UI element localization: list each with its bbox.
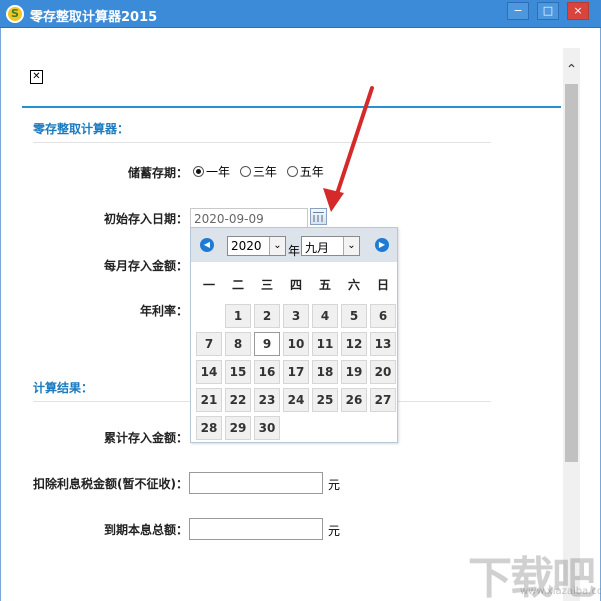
term-radio-group: 一年 三年 五年 — [193, 163, 330, 179]
radio-unchecked-icon[interactable] — [239, 166, 251, 177]
maximize-button[interactable]: □ — [537, 2, 559, 20]
calendar-day[interactable]: 22 — [225, 388, 251, 412]
interest-tax-label: 扣除利息税金额(暂不征收)： — [33, 477, 188, 491]
calendar-day[interactable]: 2 — [254, 304, 280, 328]
calendar-day[interactable]: 21 — [196, 388, 222, 412]
term-option-label: 三年 — [252, 165, 277, 179]
scrollbar-thumb[interactable] — [565, 84, 578, 462]
total-principal-interest-field[interactable] — [189, 518, 323, 540]
term-option-label: 一年 — [206, 165, 231, 179]
calendar-day[interactable]: 12 — [341, 332, 367, 356]
weekday-label: 一 — [202, 278, 215, 292]
watermark-url: www.xiazaiba.com — [520, 586, 601, 597]
chevron-down-icon[interactable]: ⌄ — [343, 237, 359, 255]
radio-checked-icon[interactable] — [193, 166, 204, 177]
year-select[interactable]: 2020 ⌄ — [227, 236, 286, 256]
calendar-day[interactable]: 18 — [312, 360, 338, 384]
calendar-day[interactable]: 11 — [312, 332, 338, 356]
calendar-day[interactable]: 28 — [196, 416, 222, 440]
total-principal-interest-label: 到期本息总额： — [103, 523, 188, 537]
calendar-day[interactable]: 10 — [283, 332, 309, 356]
next-month-icon[interactable]: ▶ — [375, 238, 389, 252]
calendar-day[interactable]: 8 — [225, 332, 251, 356]
term-label: 储蓄存期： — [127, 166, 188, 180]
calendar-day[interactable]: 16 — [254, 360, 280, 384]
calendar-day[interactable]: 9 — [254, 332, 280, 356]
start-date-input[interactable]: 2020-09-09 — [190, 208, 308, 229]
calendar-day[interactable]: 15 — [225, 360, 251, 384]
calendar-day[interactable]: 6 — [370, 304, 396, 328]
calendar-day[interactable]: 29 — [225, 416, 251, 440]
results-section-title: 计算结果： — [33, 381, 94, 395]
broken-image-icon: ✕ — [30, 70, 43, 84]
interest-tax-field[interactable] — [189, 472, 323, 494]
calculator-section-title: 零存整取计算器： — [33, 122, 130, 136]
calendar-day[interactable]: 1 — [225, 304, 251, 328]
calendar-day[interactable]: 5 — [341, 304, 367, 328]
start-date-label: 初始存入日期： — [103, 212, 188, 226]
year-select-value: 2020 — [231, 239, 262, 253]
calendar-day[interactable]: 25 — [312, 388, 338, 412]
title-bar: S 零存整取计算器2015 − □ × — [0, 0, 601, 28]
month-select-value: 九月 — [305, 241, 330, 255]
radio-unchecked-icon[interactable] — [286, 166, 298, 177]
calendar-day[interactable]: 4 — [312, 304, 338, 328]
minimize-button[interactable]: − — [507, 2, 529, 20]
calendar-day[interactable]: 26 — [341, 388, 367, 412]
calendar-day[interactable]: 24 — [283, 388, 309, 412]
window-title: 零存整取计算器2015 — [30, 10, 158, 25]
tax-unit: 元 — [328, 478, 341, 492]
weekday-label: 四 — [289, 278, 302, 292]
term-option-label: 五年 — [299, 165, 324, 179]
calendar-day[interactable]: 30 — [254, 416, 280, 440]
term-option-3[interactable]: 三年 — [239, 163, 277, 180]
calendar-day[interactable]: 14 — [196, 360, 222, 384]
year-suffix-label: 年 — [288, 244, 301, 258]
weekday-label: 六 — [347, 278, 360, 292]
calendar-icon[interactable] — [310, 208, 327, 225]
close-button[interactable]: × — [567, 2, 589, 20]
calendar-day[interactable]: 13 — [370, 332, 396, 356]
app-icon: S — [6, 5, 24, 23]
interest-rate-label: 年利率： — [139, 304, 188, 318]
calendar-day[interactable]: 20 — [370, 360, 396, 384]
total-deposit-label: 累计存入金额： — [103, 431, 188, 445]
weekday-label: 五 — [318, 278, 331, 292]
calendar-day[interactable]: 19 — [341, 360, 367, 384]
section-divider — [33, 142, 491, 143]
date-picker-popup: ◀ 2020 ⌄ 年 九月 ⌄ ▶ 一二三四五六日 1 2 3 4 5 6 7 8 9 10 11 1… — [190, 227, 398, 443]
weekday-label: 二 — [231, 278, 244, 292]
scroll-up-arrow-icon[interactable]: ⌃ — [563, 58, 580, 82]
total-unit: 元 — [328, 524, 341, 538]
calendar-day[interactable]: 23 — [254, 388, 280, 412]
weekday-label: 三 — [260, 278, 273, 292]
calendar-day[interactable]: 7 — [196, 332, 222, 356]
weekday-label: 日 — [376, 278, 389, 292]
term-option-5[interactable]: 五年 — [286, 163, 324, 180]
calendar-day[interactable]: 27 — [370, 388, 396, 412]
term-option-1[interactable]: 一年 — [193, 163, 230, 180]
calendar-day[interactable]: 3 — [283, 304, 309, 328]
chevron-down-icon[interactable]: ⌄ — [269, 237, 285, 255]
monthly-deposit-label: 每月存入金额： — [103, 259, 188, 273]
month-select[interactable]: 九月 ⌄ — [301, 236, 360, 256]
calendar-day[interactable]: 17 — [283, 360, 309, 384]
prev-month-icon[interactable]: ◀ — [200, 238, 214, 252]
